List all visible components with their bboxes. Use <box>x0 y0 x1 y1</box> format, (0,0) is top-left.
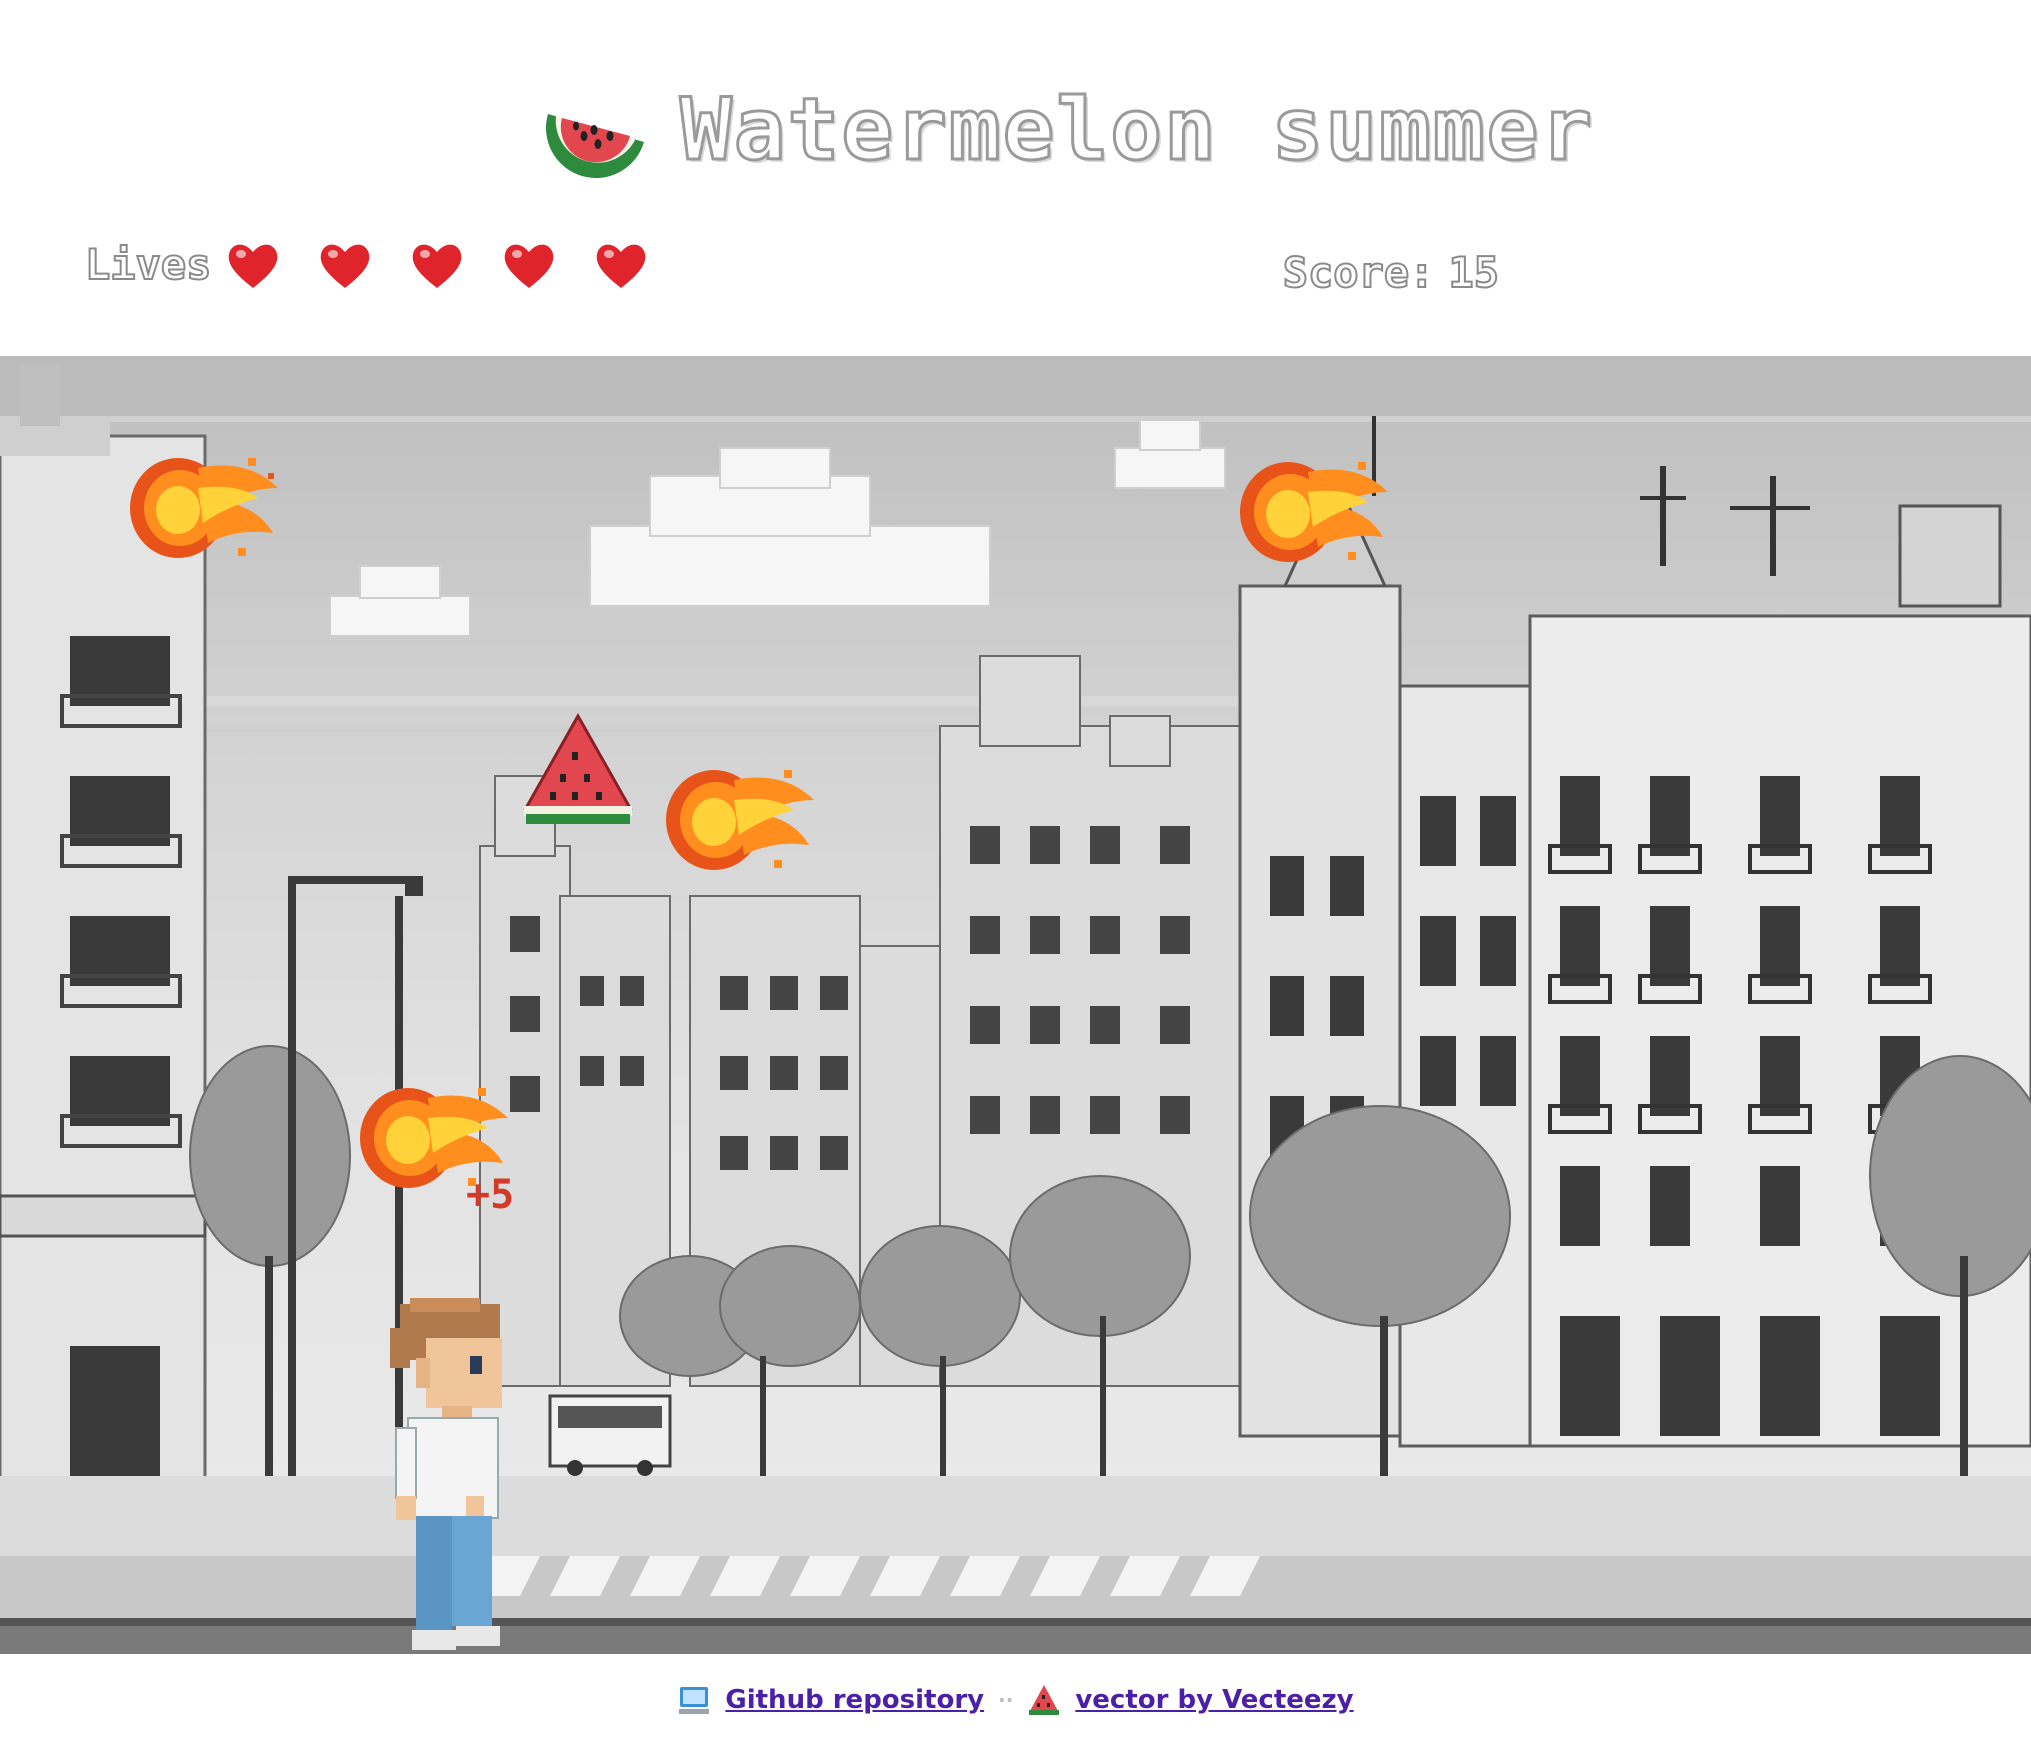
heart-icon <box>412 244 462 288</box>
bus <box>548 1394 672 1476</box>
heart-icon <box>320 244 370 288</box>
footer: Github repository ·· vector by Vecteezy <box>0 1678 2031 1722</box>
player-character[interactable] <box>386 1298 526 1654</box>
game-canvas[interactable]: +5 <box>0 356 2031 1654</box>
vecteezy-credit-link[interactable]: vector by Vecteezy <box>1075 1685 1353 1715</box>
watermelon-icon <box>1029 1685 1060 1715</box>
heart-icon <box>504 244 554 288</box>
game-page: Watermelon summer Lives Score: 15 +5 Git… <box>0 0 2031 1737</box>
heart-icon <box>596 244 646 288</box>
lives-hearts <box>225 238 649 294</box>
city-background <box>0 356 2031 1654</box>
page-title: Watermelon summer <box>678 79 1595 182</box>
fireball-sprite <box>666 770 814 870</box>
watermelon-sprite <box>523 712 633 824</box>
title-row: Watermelon summer <box>540 70 1594 190</box>
watermelon-slice-icon <box>546 114 644 178</box>
score-popup: +5 <box>466 1172 515 1218</box>
fireball-sprite <box>130 458 278 558</box>
lives-label: Lives <box>84 239 212 290</box>
github-repository-link[interactable]: Github repository <box>725 1685 984 1715</box>
computer-icon <box>679 1687 710 1714</box>
heart-icon <box>228 244 278 288</box>
footer-separator: ·· <box>998 1688 1014 1712</box>
fireball-sprite <box>1240 462 1388 562</box>
score-label: Score: <box>1282 247 1436 298</box>
score-value: 15 <box>1447 247 1500 298</box>
score-display: Score: 15 <box>1282 247 1500 298</box>
